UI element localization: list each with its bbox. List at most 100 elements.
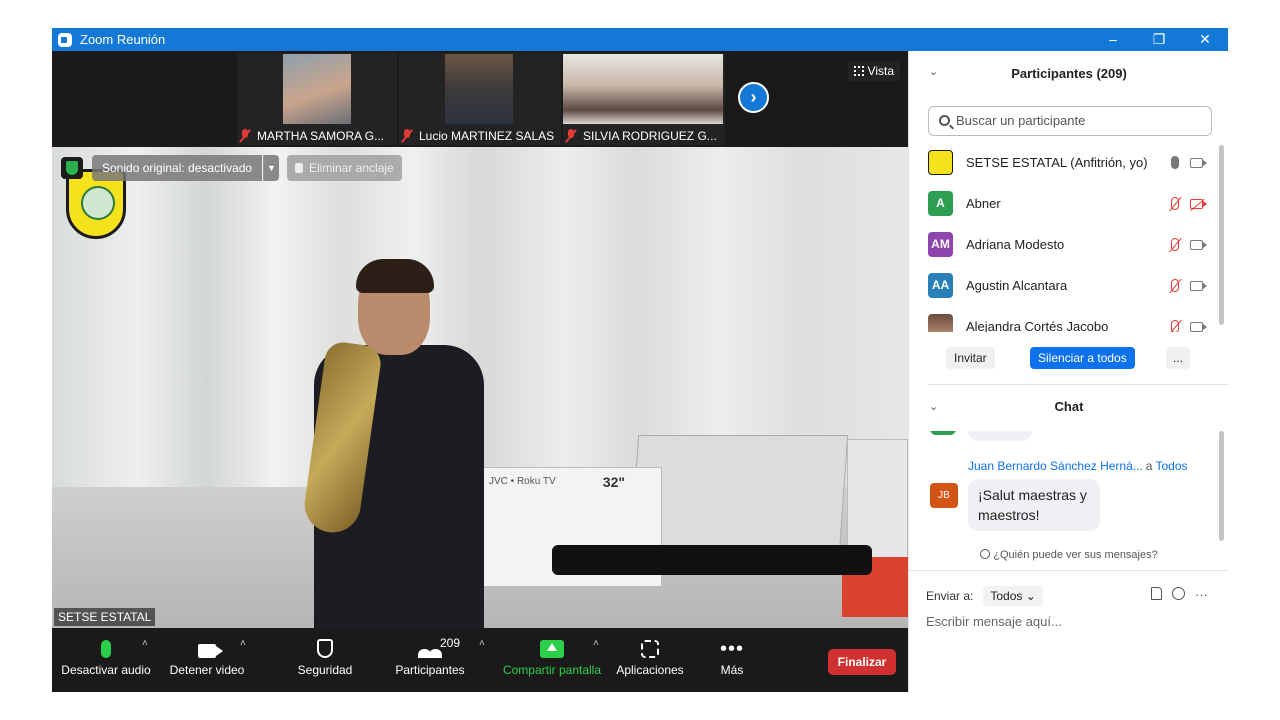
- message-sender: Juan Bernardo Sánchez Herná... a Todos: [968, 459, 1188, 473]
- participants-options-caret[interactable]: ˄: [479, 638, 485, 649]
- audio-options-caret[interactable]: ˄: [142, 638, 148, 649]
- scene-laptop: [629, 435, 849, 555]
- meeting-toolbar: Desactivar audio ˄ Detener video ˄ Segur…: [52, 628, 908, 692]
- end-meeting-button[interactable]: Finalizar: [828, 649, 896, 675]
- chat-title: Chat: [1054, 399, 1084, 414]
- sender-avatar: JB: [930, 483, 958, 508]
- thumbnail-strip: MARTHA SAMORA G... Lucio MARTINEZ SALAS …: [52, 51, 908, 147]
- mic-muted-icon[interactable]: [1171, 197, 1179, 210]
- search-icon: [939, 115, 950, 126]
- chat-message-input[interactable]: Escribir mensaje aquí...: [926, 614, 1062, 629]
- participant-count: 209: [440, 636, 461, 650]
- camera-icon[interactable]: [1190, 239, 1207, 250]
- video-options-caret[interactable]: ˄: [240, 638, 246, 649]
- chat-more-button[interactable]: ···: [1195, 587, 1208, 602]
- send-to-row: Enviar a: Todos ⌄: [926, 586, 1043, 606]
- view-button[interactable]: Vista: [847, 61, 900, 81]
- original-sound-button[interactable]: Sonido original: desactivado: [92, 155, 263, 181]
- participant-video: [445, 54, 513, 124]
- mute-all-button[interactable]: Silenciar a todos: [1030, 347, 1135, 369]
- participant-avatar: AA: [928, 273, 953, 298]
- unpin-button[interactable]: Eliminar anclaje: [287, 155, 402, 181]
- participant-name: Alejandra Cortés Jacobo: [966, 319, 1109, 332]
- mute-audio-button[interactable]: Desactivar audio: [60, 628, 152, 692]
- grid-icon: [853, 66, 864, 76]
- camera-icon[interactable]: [1190, 280, 1207, 291]
- apps-icon: [641, 640, 659, 658]
- camera-icon[interactable]: [1190, 157, 1207, 168]
- stop-video-button[interactable]: Detener video: [166, 628, 248, 692]
- video-thumbnail[interactable]: MARTHA SAMORA G...: [237, 53, 397, 145]
- chat-scrollbar[interactable]: [1219, 431, 1224, 541]
- more-dots-icon: •••: [719, 638, 744, 660]
- participants-header: ⌄ Participantes (209): [909, 51, 1229, 97]
- mic-muted-icon[interactable]: [1171, 279, 1179, 292]
- participant-row[interactable]: A Abner: [909, 183, 1219, 224]
- recipient-dropdown[interactable]: Todos ⌄: [983, 586, 1043, 606]
- participant-name: Abner: [966, 196, 1001, 211]
- participant-avatar: [928, 314, 953, 332]
- video-thumbnail[interactable]: Lucio MARTINEZ SALAS: [399, 53, 561, 145]
- previous-message: [968, 431, 1032, 441]
- window-title: Zoom Reunión: [80, 32, 166, 47]
- encryption-shield-icon[interactable]: [61, 157, 83, 179]
- more-button[interactable]: ••• Más: [712, 628, 752, 692]
- chat-actions: ···: [1151, 587, 1208, 602]
- thumbnail-name: SILVIA RODRIGUEZ G...: [565, 129, 717, 143]
- participants-icon: [418, 642, 442, 658]
- apps-button[interactable]: Aplicaciones: [614, 628, 686, 692]
- who-can-see-link[interactable]: ¿Quién puede ver sus mensajes?: [909, 549, 1229, 561]
- participant-name: SETSE ESTATAL (Anfitrión, yo): [966, 155, 1148, 170]
- participant-avatar: AM: [928, 232, 953, 257]
- chevron-down-icon[interactable]: ▼: [263, 155, 279, 181]
- close-button[interactable]: ✕: [1182, 28, 1228, 51]
- participant-list-scrollbar[interactable]: [1219, 141, 1224, 331]
- next-page-button[interactable]: ›: [738, 82, 769, 113]
- shield-icon: [317, 639, 333, 658]
- participants-more-button[interactable]: ...: [1166, 347, 1190, 369]
- video-thumbnail[interactable]: SILVIA RODRIGUEZ G...: [563, 53, 725, 145]
- restore-button[interactable]: ❐: [1136, 28, 1182, 51]
- chat-divider: [909, 570, 1229, 571]
- participant-row[interactable]: AA Agustin Alcantara: [909, 265, 1219, 306]
- pin-icon: [295, 163, 303, 173]
- scene-keyboard: [552, 545, 872, 575]
- participant-row[interactable]: AM Adriana Modesto: [909, 224, 1219, 265]
- emoji-icon[interactable]: [1172, 587, 1185, 600]
- share-options-caret[interactable]: ˄: [593, 638, 599, 649]
- thumbnail-name: MARTHA SAMORA G...: [239, 129, 384, 143]
- saxophonist-hair: [356, 259, 434, 293]
- mic-muted-icon[interactable]: [1171, 238, 1179, 251]
- side-panel: ⌄ Participantes (209) Buscar un particip…: [908, 51, 1229, 692]
- microphone-icon[interactable]: [1171, 156, 1179, 169]
- person-icon: [980, 549, 991, 559]
- panel-divider: [928, 384, 1229, 385]
- participant-name: Agustin Alcantara: [966, 278, 1068, 293]
- mic-muted-icon: [239, 129, 251, 143]
- share-screen-button[interactable]: Compartir pantalla: [500, 628, 604, 692]
- camera-off-icon[interactable]: [1190, 198, 1207, 209]
- zoom-window: Zoom Reunión – ❐ ✕ MARTHA SAMORA G... Lu…: [52, 28, 1229, 692]
- camera-icon: [198, 644, 223, 658]
- participant-avatar: A: [928, 191, 953, 216]
- participant-row[interactable]: SETSE ESTATAL (Anfitrión, yo): [909, 142, 1219, 183]
- participant-video: [283, 54, 351, 124]
- minimize-button[interactable]: –: [1090, 28, 1136, 51]
- participant-row[interactable]: Alejandra Cortés Jacobo: [909, 306, 1219, 332]
- security-button[interactable]: Seguridad: [292, 628, 358, 692]
- window-controls: – ❐ ✕: [1090, 28, 1228, 51]
- participants-title: Participantes (209): [1011, 66, 1127, 81]
- participant-avatar: [928, 150, 953, 175]
- participant-name: Adriana Modesto: [966, 237, 1065, 252]
- invite-button[interactable]: Invitar: [946, 347, 995, 369]
- mic-muted-icon: [565, 129, 577, 143]
- chat-messages: Juan Bernardo Sánchez Herná... a Todos JB …: [909, 431, 1229, 545]
- speaker-name-label: SETSE ESTATAL: [54, 608, 156, 626]
- file-icon[interactable]: [1151, 587, 1162, 600]
- participants-button[interactable]: Participantes 209: [392, 628, 468, 692]
- meeting-area: MARTHA SAMORA G... Lucio MARTINEZ SALAS …: [52, 51, 908, 692]
- zoom-logo-icon: [58, 32, 72, 47]
- camera-icon[interactable]: [1190, 321, 1207, 332]
- participant-search-input[interactable]: Buscar un participante: [928, 106, 1212, 136]
- mic-muted-icon[interactable]: [1171, 320, 1179, 332]
